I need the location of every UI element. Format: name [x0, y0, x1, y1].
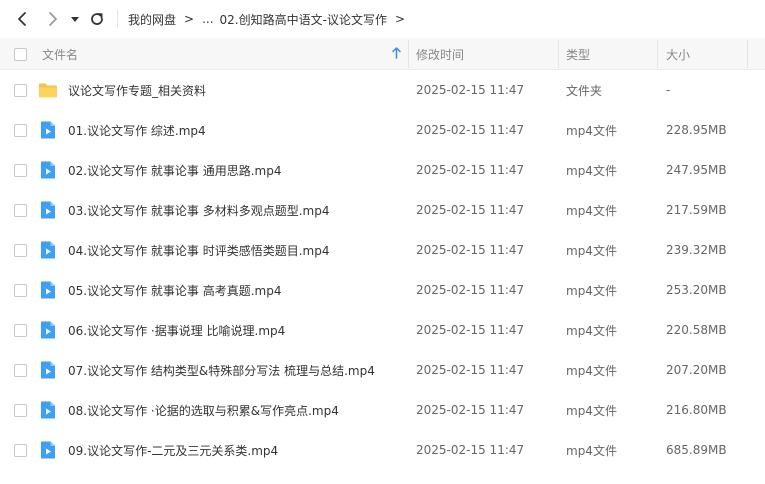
- video-file-icon: [38, 120, 58, 140]
- file-modified-time: 2025-02-15 11:47: [416, 83, 525, 97]
- folder-icon: [38, 80, 58, 100]
- file-size: 217.59MB: [666, 203, 727, 217]
- file-type: mp4文件: [566, 283, 617, 298]
- file-list-header: 文件名 修改时间 类型 大小: [0, 38, 765, 70]
- video-file-icon: [38, 400, 58, 420]
- row-checkbox[interactable]: [14, 270, 27, 310]
- column-divider[interactable]: [408, 40, 409, 68]
- file-row[interactable]: 01.议论文写作 综述.mp4 2025-02-15 11:47 mp4文件 228.…: [0, 110, 765, 150]
- history-dropdown-button[interactable]: [65, 8, 85, 30]
- file-type: mp4文件: [566, 403, 617, 418]
- column-header-type[interactable]: 类型: [566, 38, 590, 70]
- file-row[interactable]: 08.议论文写作 ·论据的选取与积累&写作亮点.mp4 2025-02-15 11…: [0, 390, 765, 430]
- file-modified-time: 2025-02-15 11:47: [416, 323, 525, 337]
- breadcrumb-item-current[interactable]: 02.创知路高中语文-议论文写作: [220, 11, 387, 28]
- file-size: 685.89MB: [666, 443, 727, 457]
- file-row[interactable]: 02.议论文写作 就事论事 通用思路.mp4 2025-02-15 11:47 mp…: [0, 150, 765, 190]
- video-file-icon: [38, 200, 58, 220]
- file-size: 216.80MB: [666, 403, 727, 417]
- video-file-icon: [38, 440, 58, 460]
- file-type: mp4文件: [566, 363, 617, 378]
- file-type: mp4文件: [566, 163, 617, 178]
- file-type: mp4文件: [566, 443, 617, 458]
- file-row[interactable]: 09.议论文写作-二元及三元关系类.mp4 2025-02-15 11:47 mp4…: [0, 430, 765, 470]
- row-checkbox[interactable]: [14, 150, 27, 190]
- file-type: 文件夹: [566, 83, 603, 98]
- row-checkbox[interactable]: [14, 350, 27, 390]
- file-row[interactable]: 议论文写作专题_相关资料 2025-02-15 11:47 文件夹 -: [0, 70, 765, 110]
- video-file-icon: [38, 160, 58, 180]
- file-name[interactable]: 06.议论文写作 ·据事说理 比喻说理.mp4: [68, 310, 285, 350]
- column-header-name[interactable]: 文件名: [42, 38, 78, 70]
- file-size: 247.95MB: [666, 163, 727, 177]
- file-type: mp4文件: [566, 323, 617, 338]
- breadcrumb-item-ellipsis[interactable]: ...: [202, 12, 213, 26]
- column-header-size[interactable]: 大小: [666, 38, 690, 70]
- file-size: 239.32MB: [666, 243, 727, 257]
- file-modified-time: 2025-02-15 11:47: [416, 443, 525, 457]
- video-file-icon: [38, 240, 58, 260]
- back-button[interactable]: [11, 8, 33, 30]
- chevron-left-icon: [18, 12, 26, 26]
- file-modified-time: 2025-02-15 11:47: [416, 243, 525, 257]
- row-checkbox[interactable]: [14, 230, 27, 270]
- row-checkbox[interactable]: [14, 310, 27, 350]
- file-name[interactable]: 05.议论文写作 就事论事 高考真题.mp4: [68, 270, 281, 310]
- column-divider[interactable]: [747, 40, 748, 68]
- row-checkbox[interactable]: [14, 190, 27, 230]
- file-row[interactable]: 04.议论文写作 就事论事 时评类感悟类题目.mp4 2025-02-15 11:…: [0, 230, 765, 270]
- sort-ascending-icon[interactable]: [392, 47, 401, 63]
- row-checkbox[interactable]: [14, 70, 27, 110]
- video-file-icon: [38, 360, 58, 380]
- toolbar-divider: [117, 10, 118, 28]
- chevron-right-icon: [49, 12, 57, 26]
- breadcrumb-separator: >: [184, 12, 195, 26]
- row-checkbox[interactable]: [14, 390, 27, 430]
- row-checkbox[interactable]: [14, 430, 27, 470]
- refresh-button[interactable]: [86, 8, 108, 30]
- file-name[interactable]: 01.议论文写作 综述.mp4: [68, 110, 206, 150]
- file-name[interactable]: 03.议论文写作 就事论事 多材料多观点题型.mp4: [68, 190, 329, 230]
- file-modified-time: 2025-02-15 11:47: [416, 123, 525, 137]
- file-name[interactable]: 09.议论文写作-二元及三元关系类.mp4: [68, 430, 278, 470]
- breadcrumb: 我的网盘 > ... 02.创知路高中语文-议论文写作 >: [128, 0, 413, 38]
- file-name[interactable]: 议论文写作专题_相关资料: [68, 70, 206, 110]
- file-row[interactable]: 06.议论文写作 ·据事说理 比喻说理.mp4 2025-02-15 11:47 m…: [0, 310, 765, 350]
- breadcrumb-item-root[interactable]: 我的网盘: [128, 11, 176, 28]
- file-size: -: [666, 83, 671, 97]
- file-type: mp4文件: [566, 203, 617, 218]
- column-divider[interactable]: [558, 40, 559, 68]
- file-modified-time: 2025-02-15 11:47: [416, 163, 525, 177]
- select-all-checkbox[interactable]: [14, 38, 27, 70]
- file-type: mp4文件: [566, 123, 617, 138]
- video-file-icon: [38, 280, 58, 300]
- breadcrumb-separator: >: [394, 12, 406, 26]
- file-row[interactable]: 03.议论文写作 就事论事 多材料多观点题型.mp4 2025-02-15 11:…: [0, 190, 765, 230]
- caret-down-icon: [71, 17, 79, 22]
- file-size: 220.58MB: [666, 323, 727, 337]
- file-row[interactable]: 05.议论文写作 就事论事 高考真题.mp4 2025-02-15 11:47 mp…: [0, 270, 765, 310]
- file-size: 207.20MB: [666, 363, 727, 377]
- file-modified-time: 2025-02-15 11:47: [416, 283, 525, 297]
- file-size: 253.20MB: [666, 283, 727, 297]
- file-modified-time: 2025-02-15 11:47: [416, 403, 525, 417]
- file-name[interactable]: 07.议论文写作 结构类型&特殊部分写法 梳理与总结.mp4: [68, 350, 375, 390]
- file-size: 228.95MB: [666, 123, 727, 137]
- file-modified-time: 2025-02-15 11:47: [416, 363, 525, 377]
- column-divider[interactable]: [657, 40, 658, 68]
- file-row[interactable]: 07.议论文写作 结构类型&特殊部分写法 梳理与总结.mp4 2025-02-15…: [0, 350, 765, 390]
- refresh-icon: [91, 13, 103, 25]
- file-name[interactable]: 04.议论文写作 就事论事 时评类感悟类题目.mp4: [68, 230, 329, 270]
- row-checkbox[interactable]: [14, 110, 27, 150]
- video-file-icon: [38, 320, 58, 340]
- file-name[interactable]: 02.议论文写作 就事论事 通用思路.mp4: [68, 150, 281, 190]
- toolbar: 我的网盘 > ... 02.创知路高中语文-议论文写作 >: [0, 0, 765, 38]
- file-type: mp4文件: [566, 243, 617, 258]
- forward-button[interactable]: [42, 8, 64, 30]
- file-modified-time: 2025-02-15 11:47: [416, 203, 525, 217]
- file-name[interactable]: 08.议论文写作 ·论据的选取与积累&写作亮点.mp4: [68, 390, 339, 430]
- column-header-modified[interactable]: 修改时间: [416, 38, 464, 70]
